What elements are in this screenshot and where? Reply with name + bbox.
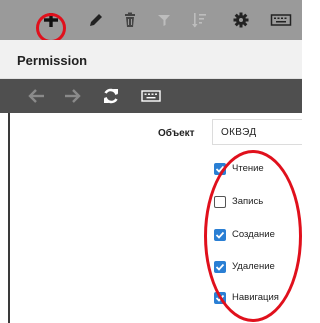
edit-button[interactable] [86, 10, 106, 30]
highlight-circle [36, 13, 66, 43]
content-left-border [8, 113, 10, 323]
filter-icon [158, 15, 170, 26]
delete-button[interactable] [120, 10, 140, 30]
page-title: Permission [17, 53, 88, 68]
sort-button[interactable] [189, 10, 209, 30]
refresh-button[interactable] [102, 87, 120, 105]
title-bar: Permission [0, 40, 302, 79]
gear-icon [233, 12, 249, 28]
keyboard-icon [270, 14, 292, 26]
keyboard-button[interactable] [141, 87, 161, 105]
object-value: ОКВЭД [221, 127, 257, 138]
trash-icon [125, 12, 135, 27]
keyboard-icon [141, 90, 161, 102]
highlight-oval [204, 150, 302, 322]
toolbar [0, 0, 302, 43]
back-button[interactable] [28, 87, 46, 105]
object-label: Объект [158, 128, 195, 139]
forward-button[interactable] [63, 87, 81, 105]
settings-button[interactable] [231, 10, 251, 30]
refresh-icon [104, 88, 118, 104]
sort-icon [192, 13, 206, 28]
arrow-left-icon [28, 89, 44, 103]
object-field[interactable]: ОКВЭД [212, 119, 302, 145]
arrow-right-icon [65, 89, 81, 103]
keyboard-button[interactable] [270, 10, 292, 30]
filter-button[interactable] [155, 10, 175, 30]
nav-bar [0, 79, 302, 113]
pencil-icon [90, 14, 102, 26]
